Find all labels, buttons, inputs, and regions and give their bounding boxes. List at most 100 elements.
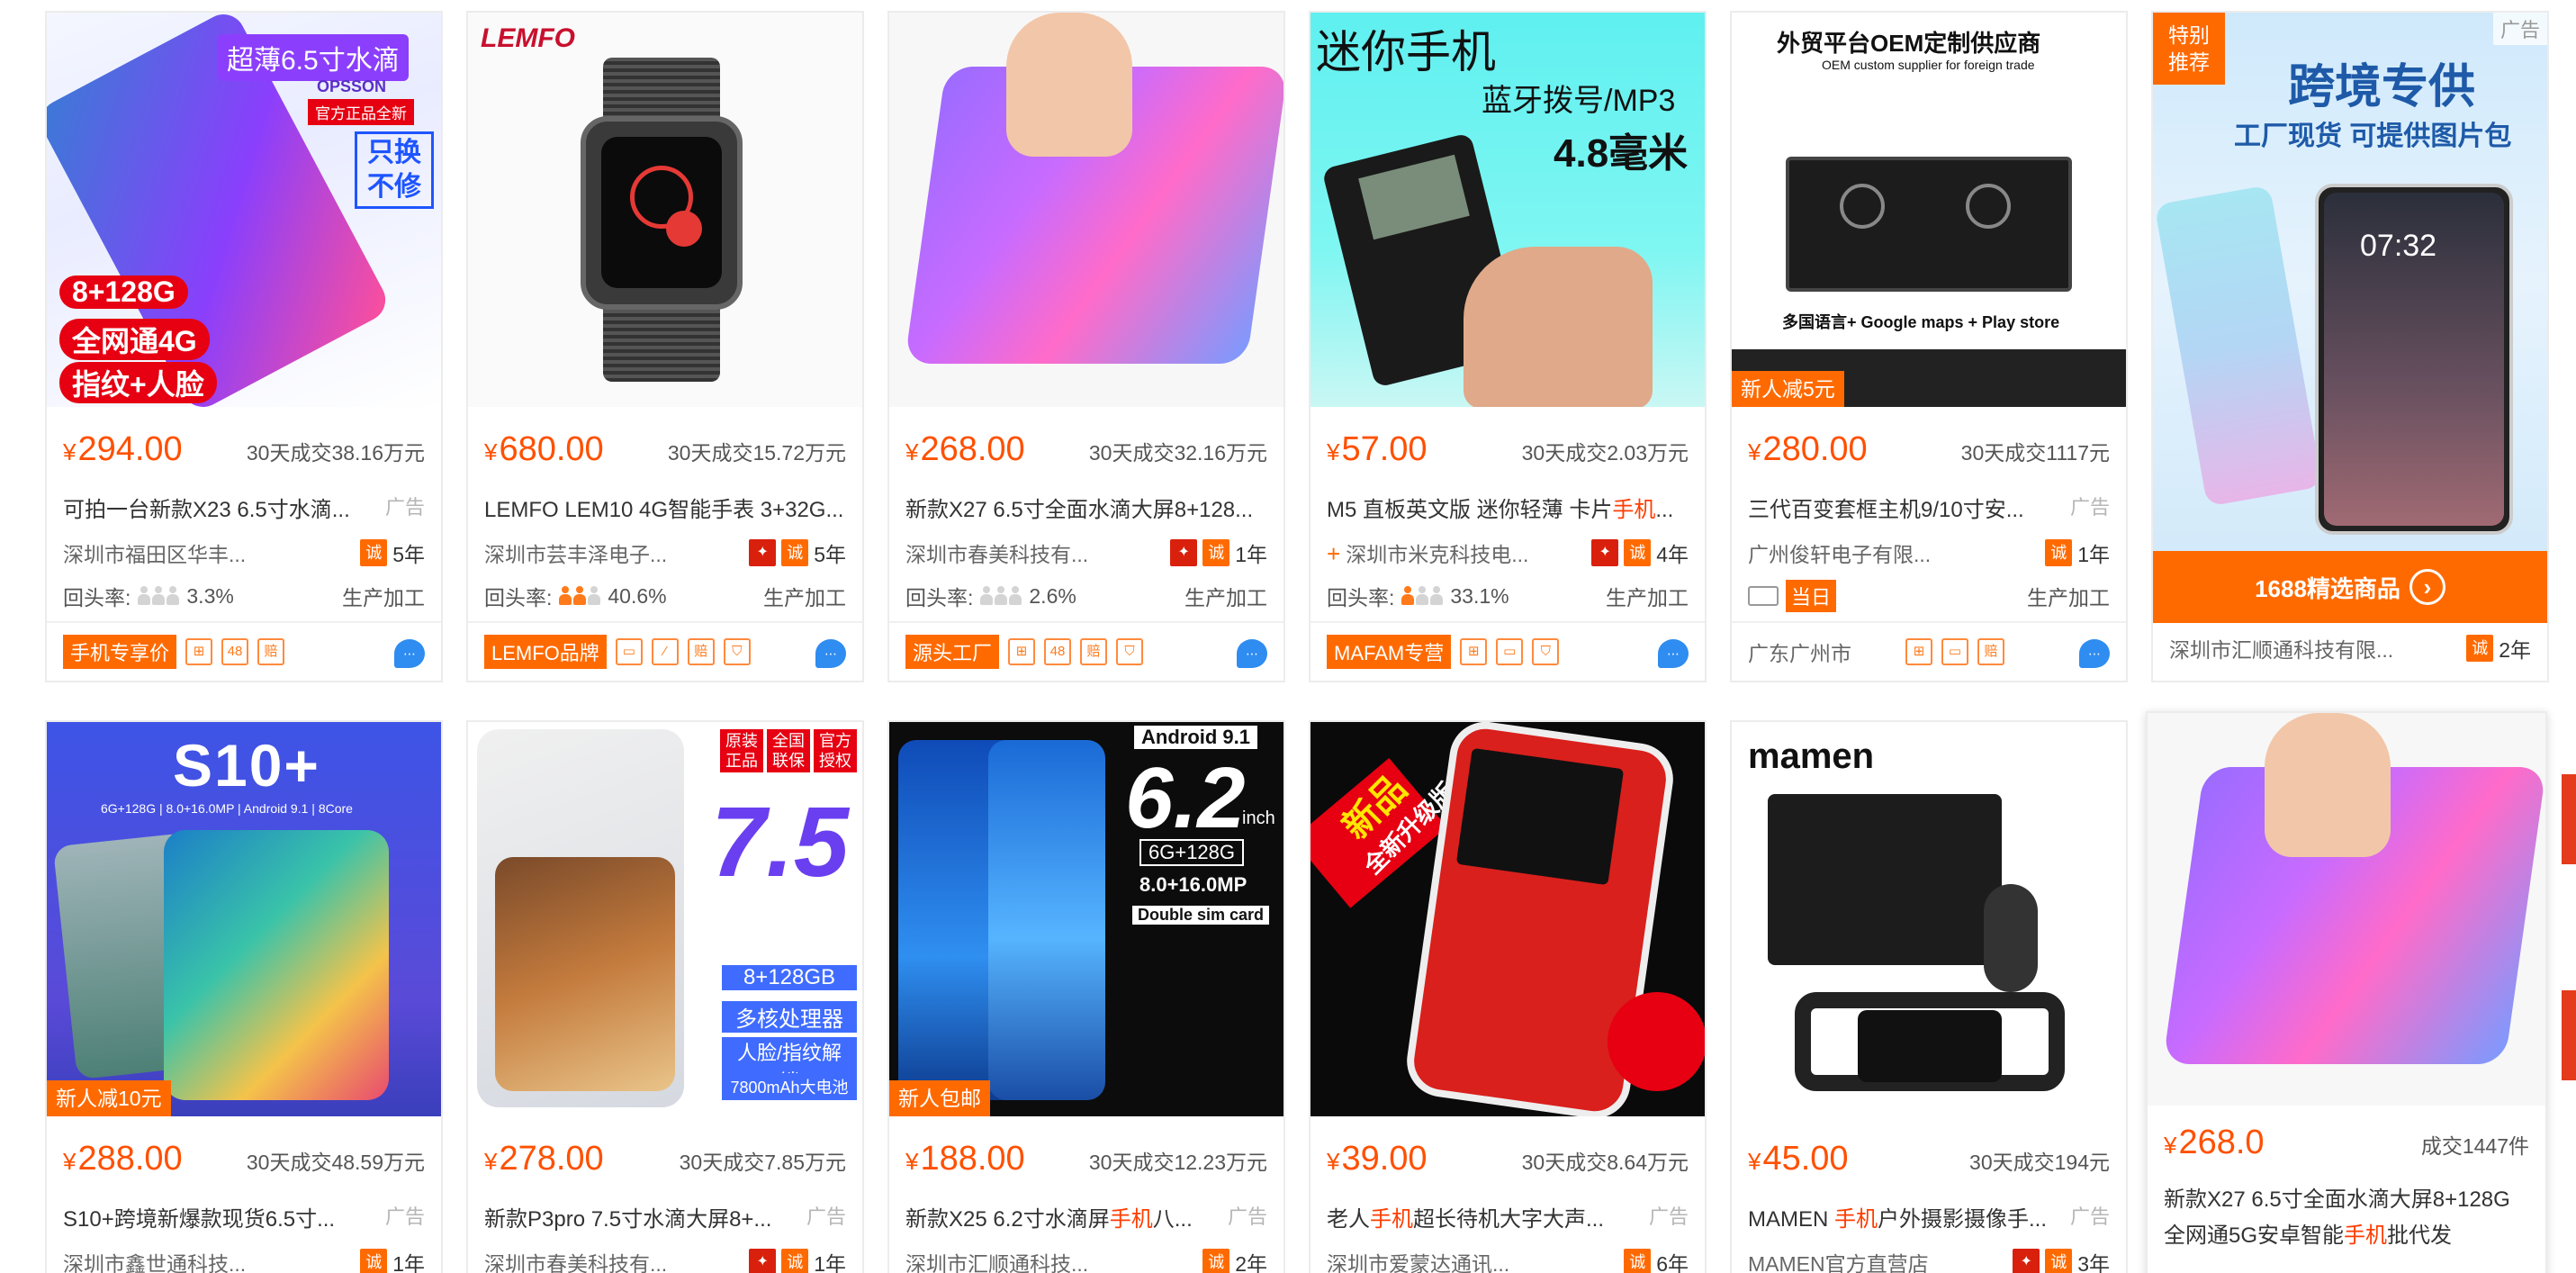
product-image[interactable]: Android 9.1 6.2 inch 6G+128G 8.0+16.0MP … [889,722,1283,1116]
product-image[interactable]: 外贸平台OEM定制供应商 OEM custom supplier for for… [1732,13,2126,407]
company-name[interactable]: 深圳市春美科技有... [484,1247,667,1273]
repurchase-rating-icon [559,586,601,606]
service-icon: ⊞ [185,638,213,665]
location-text: 广东广州市 [1748,642,1851,665]
company-name[interactable]: 深圳市芸丰泽电子... [484,537,667,568]
company-name[interactable]: MAMEN官方直营店 [1748,1247,1929,1273]
chat-icon[interactable]: ⋯ [1658,639,1689,668]
trust-badge-icon: 诚 [360,539,388,566]
brand-logo: mamen [1748,736,1875,776]
product-image[interactable] [2148,713,2545,1106]
gold-supplier-icon: ✦ [749,1249,777,1273]
product-title[interactable]: 新款P3pro 7.5寸水滴大屏8+... [484,1201,771,1233]
price-row: ¥57.00 30天成交2.03万元 [1327,430,1689,475]
chat-icon[interactable]: ⋯ [394,639,425,668]
promo-tag[interactable]: 源头工厂 [905,635,1000,669]
promo-tag[interactable]: MAFAM专营 [1327,635,1452,669]
member-years: 1年 [392,1252,425,1273]
product-image[interactable]: 特别 推荐 广告 跨境专供 工厂现货 可提供图片包 07:32 [2153,13,2547,551]
repurchase-label: 回头率: [484,586,553,609]
production-label: 生产加工 [1184,586,1267,609]
product-card[interactable]: 超薄6.5寸水滴 OPSSON 官方正品全新 只换 不修 8+128G 全网通4… [45,11,443,682]
spec-badge: 6G+128G [1139,839,1245,866]
company-name[interactable]: 深圳市爱蒙达通讯... [1327,1247,1509,1273]
company-name[interactable]: 深圳市鑫世通科技... [63,1247,246,1273]
screen-size-text: 6.2 [1125,750,1246,846]
service-icon: ⊞ [1460,638,1488,665]
company-name[interactable]: 深圳市汇顺通科技... [905,1247,1088,1273]
product-card[interactable]: 迷你手机 蓝牙拨号/MP3 4.8毫米 ¥57.00 30天成交2.03万元 M… [1309,11,1707,682]
product-card[interactable]: ¥268.0 成交1447件 新款X27 6.5寸全面水滴大屏8+128G 全网… [2146,711,2547,1273]
spec-badge: 7800mAh大电池 [722,1073,857,1100]
product-image[interactable]: 新品 全新升级版 [1311,722,1705,1116]
company-name[interactable]: 深圳市福田区华丰... [63,537,246,568]
chat-icon[interactable]: ⋯ [2079,639,2110,668]
price: ¥278.00 [484,1140,604,1178]
price-row: ¥188.00 30天成交12.23万元 [905,1140,1267,1185]
product-image[interactable]: S10+ 6G+128G | 8.0+16.0MP | Android 9.1 … [47,722,441,1116]
service-icon: ⊞ [1905,638,1932,665]
product-title[interactable]: 老人手机超长待机大字大声... [1327,1201,1604,1233]
chat-icon[interactable]: ⋯ [815,639,846,668]
trust-badge-icon: 诚 [2045,1249,2073,1273]
product-title[interactable]: 三代百变套框主机9/10寸安... [1748,492,2024,524]
product-card[interactable]: S10+ 6G+128G | 8.0+16.0MP | Android 9.1 … [45,720,443,1273]
promo-badge: 原装正品 [720,729,763,772]
promo-tag[interactable]: LEMFO品牌 [484,635,607,669]
product-title[interactable]: 新款X27 6.5寸全面水滴大屏8+128... [905,492,1253,524]
price-row: ¥39.00 30天成交8.64万元 [1327,1140,1689,1185]
member-years: 4年 [1656,543,1689,566]
product-card[interactable]: 外贸平台OEM定制供应商 OEM custom supplier for for… [1730,11,2128,682]
trust-badge-icon: 诚 [2045,539,2073,566]
repurchase-rate: 33.1% [1450,583,1509,608]
promo-text: S10+ [173,732,320,799]
service-icon: ⛉ [1532,638,1560,665]
side-toolbar-edge[interactable] [2562,990,2576,1080]
product-card[interactable]: LEMFO ¥680.00 30天成交15.72万元 LEMFO LEM10 4… [466,11,864,682]
product-card[interactable]: 原装正品 全国联保 官方授权 7.5 8+128GB 多核处理器 人脸/指纹解锁… [466,720,864,1273]
promo-text: 外贸平台OEM定制供应商 [1777,30,2041,57]
featured-products-banner[interactable]: 1688精选商品 › [2153,551,2547,623]
product-image[interactable]: LEMFO [468,13,862,407]
product-title[interactable]: M5 直板英文版 迷你轻薄 卡片手机... [1327,492,1673,524]
product-image[interactable] [889,13,1283,407]
company-name[interactable]: 深圳市汇顺通科技有限... [2169,633,2393,664]
product-image[interactable]: 超薄6.5寸水滴 OPSSON 官方正品全新 只换 不修 8+128G 全网通4… [47,13,441,407]
product-title[interactable]: 新款X27 6.5寸全面水滴大屏8+128G [2164,1181,2510,1214]
promo-text: 官方正品全新 [308,99,414,125]
featured-product-card[interactable]: 特别 推荐 广告 跨境专供 工厂现货 可提供图片包 07:32 1688精选商品 ›… [2151,11,2549,682]
side-toolbar-edge[interactable] [2562,774,2576,864]
product-title[interactable]: 可拍一台新款X23 6.5寸水滴... [63,492,350,524]
product-card[interactable]: 新品 全新升级版 ¥39.00 30天成交8.64万元 老人手机超长待机大字大声… [1309,720,1707,1273]
member-years: 2年 [2499,638,2531,662]
company-name[interactable]: 深圳市米克科技电... [1346,543,1528,566]
clock-text: 07:32 [2360,229,2437,263]
promo-tag[interactable]: 手机专享价 [63,635,177,669]
product-image[interactable]: 原装正品 全国联保 官方授权 7.5 8+128GB 多核处理器 人脸/指纹解锁… [468,722,862,1116]
sales-volume: 30天成交7.85万元 [679,1151,846,1174]
os-badge: Android 9.1 [1134,726,1258,749]
promo-badge: 全国联保 [767,729,810,772]
chevron-right-icon: › [2409,569,2445,605]
chat-icon[interactable]: ⋯ [1237,639,1267,668]
price: ¥268.00 [905,430,1025,468]
product-title-line2[interactable]: 全网通5G安卓智能手机批代发 [2164,1217,2452,1250]
company-name[interactable]: 深圳市春美科技有... [905,537,1088,568]
price-row: ¥294.00 30天成交38.16万元 [63,430,425,475]
product-card[interactable]: Android 9.1 6.2 inch 6G+128G 8.0+16.0MP … [887,720,1285,1273]
trust-badge-icon: 诚 [1624,539,1652,566]
product-title[interactable]: S10+跨境新爆款现货6.5寸... [63,1201,335,1233]
product-image[interactable]: 迷你手机 蓝牙拨号/MP3 4.8毫米 [1311,13,1705,407]
company-name[interactable]: 广州俊轩电子有限... [1748,537,1931,568]
product-card[interactable]: ¥268.00 30天成交32.16万元 新款X27 6.5寸全面水滴大屏8+1… [887,11,1285,682]
product-card[interactable]: mamen ¥45.00 30天成交194元 MAMEN 手机户外摄影摄像手..… [1730,720,2128,1273]
product-title[interactable]: MAMEN 手机户外摄影摄像手... [1748,1201,2047,1233]
price: ¥288.00 [63,1140,183,1178]
product-title[interactable]: 新款X25 6.2寸水滴屏手机八... [905,1201,1193,1233]
price: ¥680.00 [484,430,604,468]
ad-label: 广告 [1227,1205,1267,1228]
unit-text: inch [1242,808,1275,828]
product-image[interactable]: mamen [1732,722,2126,1116]
product-title[interactable]: LEMFO LEM10 4G智能手表 3+32G... [484,492,843,524]
price: ¥188.00 [905,1140,1025,1178]
